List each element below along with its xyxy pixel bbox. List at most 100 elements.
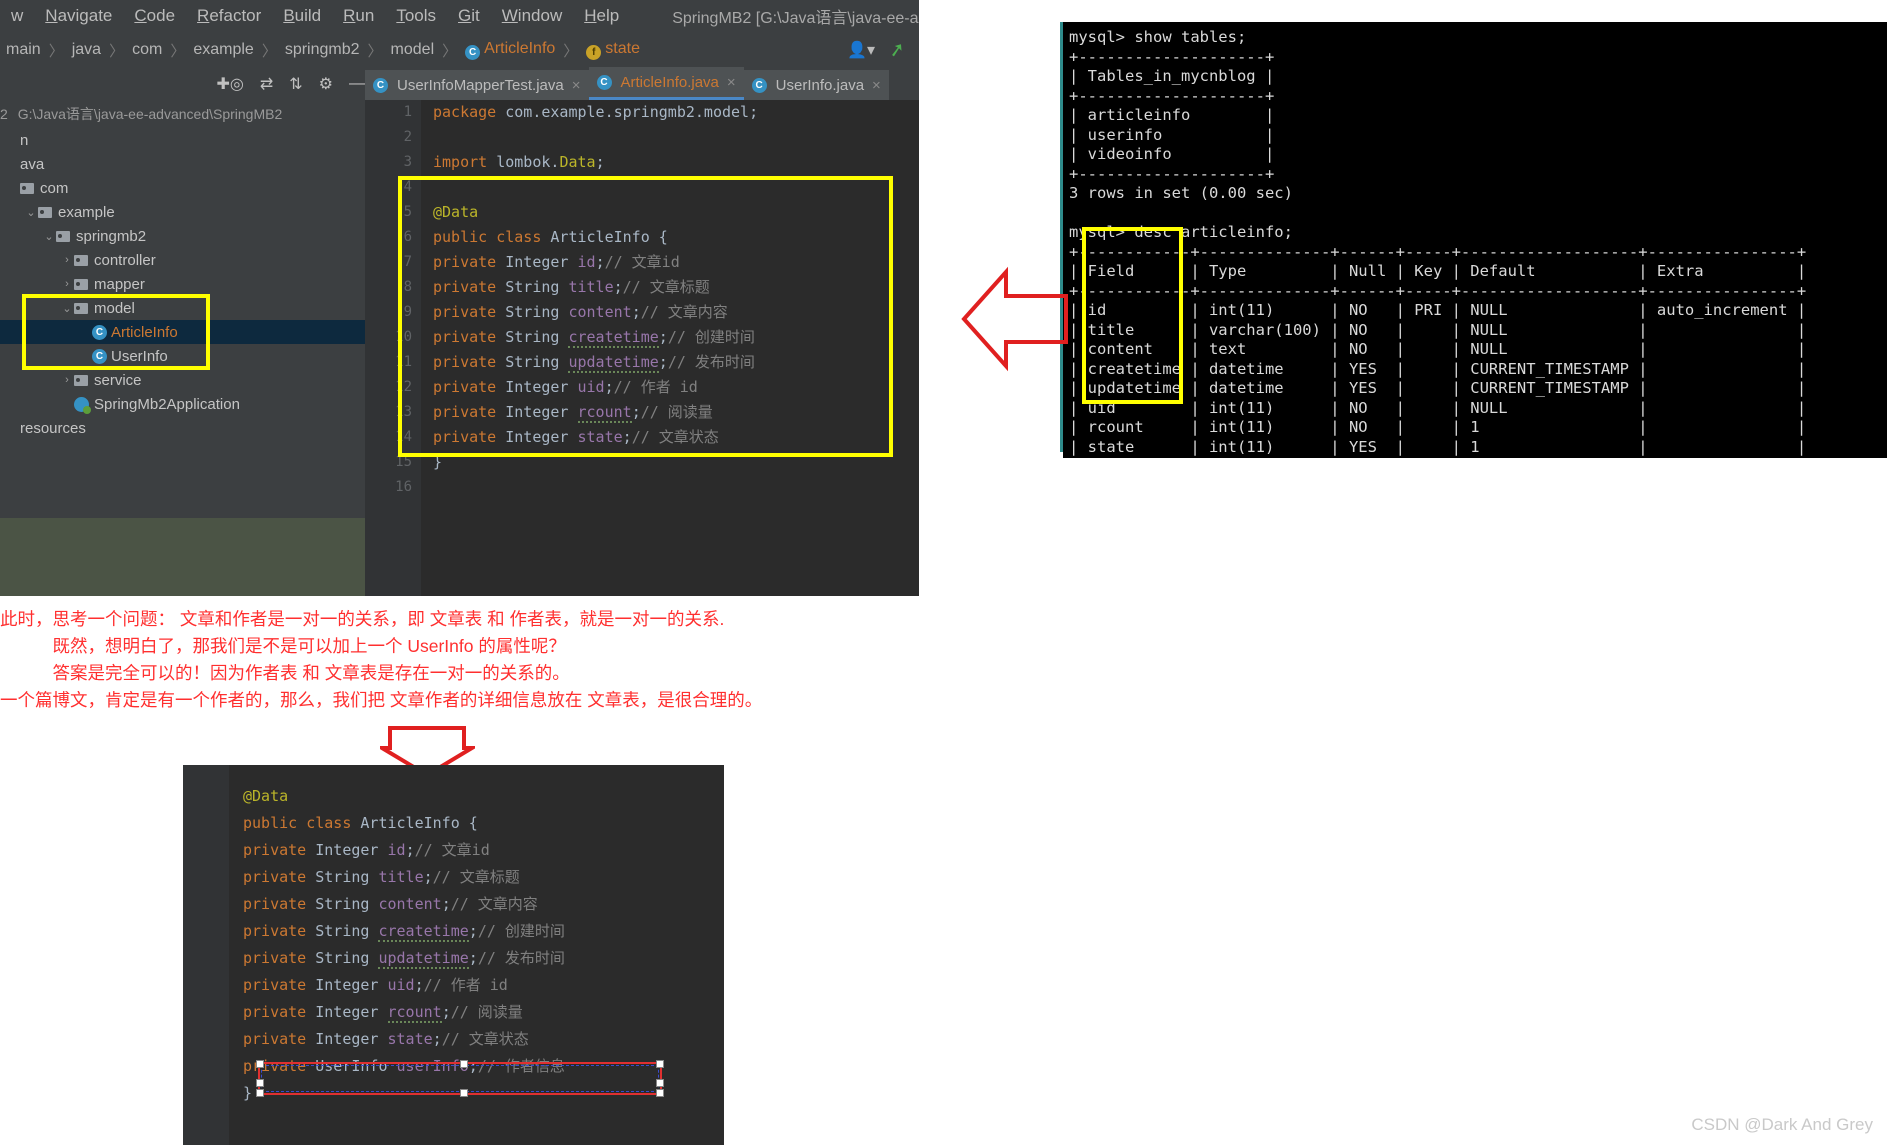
code-line[interactable]: private Integer state;// 文章状态 <box>229 1026 724 1053</box>
tree-node-springmb2application[interactable]: SpringMb2Application <box>0 392 365 416</box>
project-toolbar: ✚◎ ⇄ ⇅ ⚙ — <box>0 68 377 100</box>
minimize-icon[interactable]: — <box>349 75 365 93</box>
code-block-area[interactable]: @Data public class ArticleInfo { private … <box>229 765 724 1145</box>
breadcrumb-item-java[interactable]: java <box>66 41 107 59</box>
close-icon[interactable]: × <box>727 74 736 91</box>
breadcrumb-item-articleinfo[interactable]: C ArticleInfo <box>459 40 561 60</box>
editor-tab-userinfo[interactable]: C UserInfo.java × <box>743 70 889 100</box>
code-line[interactable]: import lombok.Data; <box>421 150 919 175</box>
close-icon[interactable]: × <box>872 77 881 94</box>
tree-node-ava[interactable]: ava <box>0 152 365 176</box>
code-line[interactable]: private Integer rcount;// 阅读量 <box>229 999 724 1026</box>
tree-expand-arrow[interactable]: ⌄ <box>42 230 56 243</box>
code-line[interactable]: } <box>421 450 919 475</box>
code-line[interactable]: private String updatetime;// 发布时间 <box>421 350 919 375</box>
code-line[interactable]: @Data <box>229 783 724 810</box>
code-line[interactable] <box>421 125 919 150</box>
code-line[interactable]: private Integer id;// 文章id <box>229 837 724 864</box>
editor-code-area[interactable]: package com.example.springmb2.model; imp… <box>421 100 919 596</box>
code-line[interactable] <box>421 175 919 200</box>
tree-node-n[interactable]: n <box>0 128 365 152</box>
menu-item-build[interactable]: Build <box>272 6 332 26</box>
menu-item-git[interactable]: Git <box>447 6 491 26</box>
code-block-updated[interactable]: @Data public class ArticleInfo { private … <box>183 765 724 1145</box>
code-line[interactable]: private String content;// 文章内容 <box>229 891 724 918</box>
breadcrumb-separator: 〉 <box>442 42 458 60</box>
menu-item-code[interactable]: Code <box>123 6 186 26</box>
code-line[interactable]: private String createtime;// 创建时间 <box>421 325 919 350</box>
editor-tab-userinfomappertest[interactable]: C UserInfoMapperTest.java × <box>365 70 589 100</box>
code-line[interactable]: private String title;// 文章标题 <box>229 864 724 891</box>
code-line[interactable]: private String title;// 文章标题 <box>421 275 919 300</box>
code-token: @Data <box>243 787 289 805</box>
tree-expand-arrow[interactable]: › <box>60 374 74 386</box>
code-line[interactable]: private Integer rcount;// 阅读量 <box>421 400 919 425</box>
code-line[interactable]: public class ArticleInfo { <box>421 225 919 250</box>
tree-expand-arrow[interactable]: › <box>60 254 74 266</box>
code-line[interactable]: } <box>229 1080 724 1107</box>
code-line[interactable]: package com.example.springmb2.model; <box>421 100 919 125</box>
tree-node-mapper[interactable]: › mapper <box>0 272 365 296</box>
tree-expand-arrow[interactable]: ⌄ <box>60 302 74 315</box>
menu-item-run[interactable]: Run <box>332 6 385 26</box>
breadcrumb-item-model[interactable]: model <box>385 41 441 59</box>
breadcrumb-item-state[interactable]: f state <box>580 40 646 60</box>
code-line[interactable]: @Data <box>421 200 919 225</box>
menu-item-help[interactable]: Help <box>573 6 630 26</box>
code-line[interactable] <box>421 475 919 500</box>
code-token: // 作者信息 <box>477 1057 565 1075</box>
menu-item-refactor[interactable]: Refactor <box>186 6 272 26</box>
code-token: private <box>243 895 316 913</box>
code-token: // 作者 id <box>613 378 698 396</box>
code-line[interactable]: private String content;// 文章内容 <box>421 300 919 325</box>
code-token: // 文章标题 <box>622 278 710 296</box>
code-token: updatetime <box>378 949 469 969</box>
collapse-all-icon[interactable]: ⇅ <box>289 74 302 94</box>
tree-node-com[interactable]: com <box>0 176 365 200</box>
tree-node-springmb2[interactable]: ⌄ springmb2 <box>0 224 365 248</box>
tree-node-example[interactable]: ⌄ example <box>0 200 365 224</box>
expand-all-icon[interactable]: ⇄ <box>260 74 273 94</box>
code-line[interactable]: private Integer uid;// 作者 id <box>229 972 724 999</box>
gear-icon[interactable]: ⚙ <box>319 74 333 94</box>
tree-node-resources[interactable]: resources <box>0 416 365 440</box>
menu-item-navigate[interactable]: Navigate <box>34 6 123 26</box>
menu-item-w[interactable]: w <box>0 6 34 26</box>
code-line[interactable]: private Integer uid;// 作者 id <box>421 375 919 400</box>
project-tree-nodes[interactable]: n ava com ⌄ example ⌄ springmb2 › controller › map… <box>0 128 365 440</box>
tree-node-controller[interactable]: › controller <box>0 248 365 272</box>
code-token: userInfo <box>396 1057 469 1075</box>
breadcrumb-item-example[interactable]: example <box>187 41 259 59</box>
code-line[interactable]: ● private Integer state;// 文章状态 <box>421 425 919 450</box>
menu-item-window[interactable]: Window <box>491 6 573 26</box>
editor-tab-articleinfo[interactable]: C ArticleInfo.java × <box>588 67 744 100</box>
line-number: 9 <box>403 304 412 320</box>
code-line[interactable]: private UserInfo userInfo;// 作者信息 <box>229 1053 724 1080</box>
line-number: 8 <box>403 279 412 295</box>
locate-icon[interactable]: ✚◎ <box>216 74 243 94</box>
code-token: com.example.springmb2.model; <box>505 103 759 121</box>
code-line[interactable]: private String createtime;// 创建时间 <box>229 918 724 945</box>
code-line[interactable]: private Integer id;// 文章id <box>421 250 919 275</box>
breadcrumb-item-com[interactable]: com <box>126 41 168 59</box>
tree-node-service[interactable]: › service <box>0 368 365 392</box>
code-line[interactable]: private String updatetime;// 发布时间 <box>229 945 724 972</box>
close-icon[interactable]: × <box>572 77 581 94</box>
breadcrumb-item-main[interactable]: main <box>0 41 47 59</box>
build-hammer-icon[interactable]: ➚ <box>887 37 907 62</box>
breadcrumb-item-springmb2[interactable]: springmb2 <box>279 41 366 59</box>
tree-expand-arrow[interactable]: ⌄ <box>24 206 38 219</box>
menu-item-tools[interactable]: Tools <box>385 6 447 26</box>
mysql-terminal[interactable]: mysql> show tables; +-------------------… <box>1063 22 1887 458</box>
code-line[interactable]: public class ArticleInfo { <box>229 810 724 837</box>
code-editor[interactable]: 1 2 3 4 5 6 7 8 9 10 11 12 13 14 15 16 package com.exam… <box>365 100 919 596</box>
tree-node-label: mapper <box>94 275 145 293</box>
tree-expand-arrow[interactable]: › <box>60 278 74 290</box>
code-token: ; <box>631 403 641 421</box>
tree-node-model[interactable]: ⌄ model <box>0 296 365 320</box>
tree-node-userinfo[interactable]: C UserInfo <box>0 344 365 368</box>
tree-node-articleinfo[interactable]: C ArticleInfo <box>0 320 365 344</box>
user-icon[interactable]: 👤▾ <box>847 40 875 60</box>
code-token: // 文章id <box>414 841 490 859</box>
editor-tab-bar[interactable]: C UserInfoMapperTest.java × C ArticleInfo.ja… <box>365 67 919 100</box>
